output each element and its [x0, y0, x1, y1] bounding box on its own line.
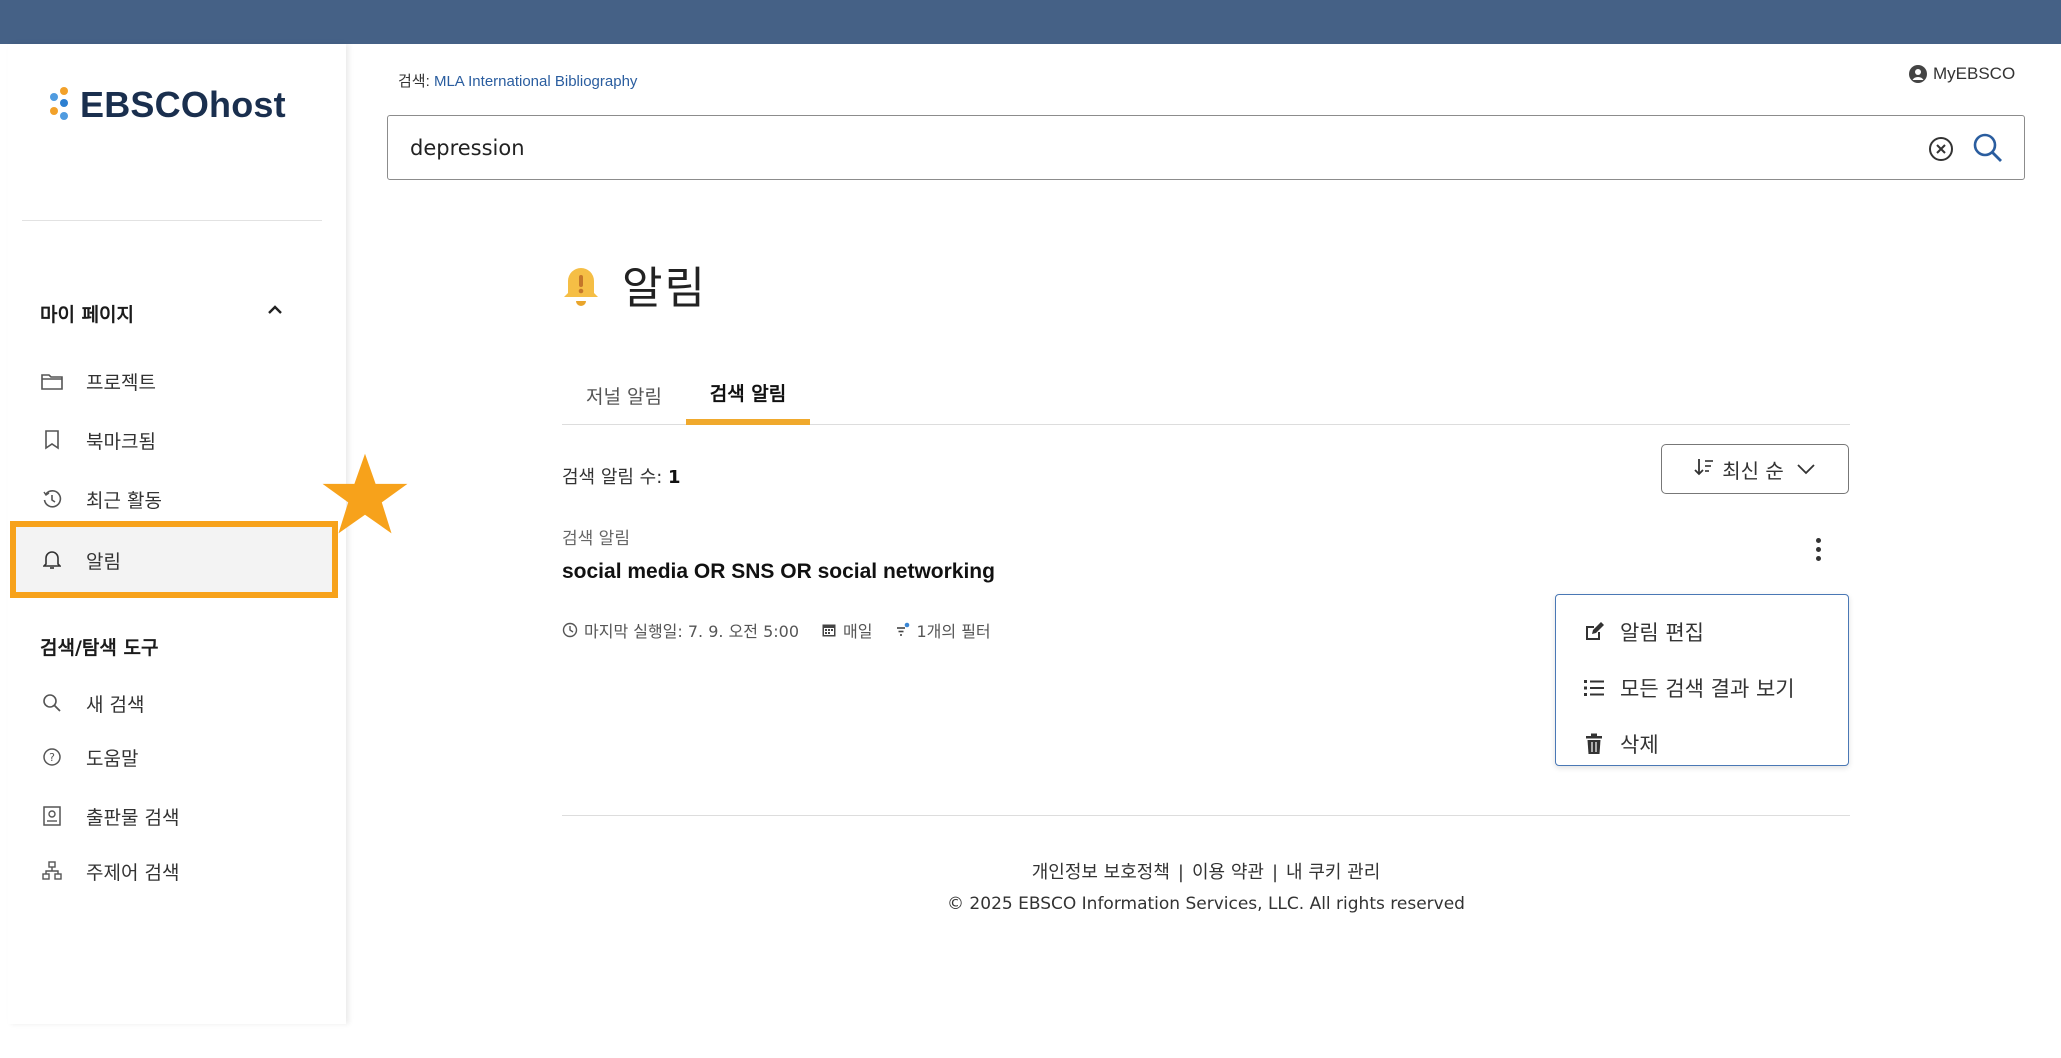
sidebar-divider	[22, 220, 322, 221]
page-title-text: 알림	[622, 263, 707, 314]
sort-order-icon	[1694, 457, 1714, 482]
sidebar-item-alerts[interactable]: 알림	[40, 545, 121, 575]
ebscohost-logo[interactable]: EBSCOhost	[50, 84, 286, 126]
sort-dropdown[interactable]: 최신 순	[1661, 444, 1849, 494]
user-icon	[1909, 65, 1927, 83]
sidebar-item-projects[interactable]: 프로젝트	[40, 366, 156, 396]
menu-item-label: 모든 검색 결과 보기	[1620, 677, 1795, 701]
filters-text: 1개의 필터	[916, 622, 991, 641]
sort-label: 최신 순	[1722, 458, 1784, 483]
sidebar-item-new-search[interactable]: 새 검색	[40, 688, 144, 718]
alert-count: 검색 알림 수: 1	[562, 463, 681, 489]
sidebar-item-label: 새 검색	[86, 693, 145, 716]
filter-icon	[895, 622, 911, 638]
menu-item-label: 삭제	[1620, 733, 1659, 757]
more-options-icon[interactable]	[1806, 534, 1830, 564]
sidebar-item-help[interactable]: ? 도움말	[40, 742, 138, 772]
myebsco-label: MyEBSCO	[1933, 64, 2016, 83]
menu-item-view-all-results[interactable]: 모든 검색 결과 보기	[1582, 671, 1795, 705]
database-link[interactable]: MLA International Bibliography	[434, 73, 637, 90]
footer-separator: |	[1271, 862, 1279, 883]
myebsco-button[interactable]: MyEBSCO	[1909, 64, 2015, 84]
star-annotation-icon	[322, 453, 408, 534]
terms-of-use-link[interactable]: 이용 약관	[1192, 862, 1264, 883]
search-box	[387, 115, 2025, 180]
sidebar-item-label: 도움말	[86, 747, 139, 770]
menu-item-label: 알림 편집	[1620, 621, 1704, 645]
search-scope-label: 검색:	[398, 73, 430, 90]
manage-cookies-link[interactable]: 내 쿠키 관리	[1286, 862, 1380, 883]
copyright-text: © 2025 EBSCO Information Services, LLC. …	[947, 894, 1465, 914]
sidebar-item-bookmarks[interactable]: 북마크됨	[40, 425, 156, 455]
sidebar-item-label: 최근 활동	[86, 489, 162, 512]
last-run-meta: 마지막 실행일: 7. 9. 오전 5:00	[562, 618, 799, 642]
calendar-icon	[821, 622, 837, 638]
edit-icon	[1582, 620, 1606, 644]
ebsco-logo-mark-icon	[50, 87, 78, 123]
sidebar-item-label: 알림	[86, 550, 121, 573]
page-title: 알림	[560, 252, 707, 316]
footer-links: 개인정보 보호정책 | 이용 약관 | 내 쿠키 관리	[562, 858, 1850, 884]
search-icon	[40, 691, 64, 715]
privacy-policy-link[interactable]: 개인정보 보호정책	[1032, 862, 1170, 883]
chevron-down-icon	[1796, 457, 1816, 481]
alert-bell-icon	[564, 268, 598, 306]
alert-actions-menu: 알림 편집 모든 검색 결과 보기 삭제	[1555, 594, 1849, 766]
search-input[interactable]	[388, 135, 1888, 160]
clock-icon	[562, 622, 578, 638]
sidebar-section-my-page: 마이 페이지	[40, 304, 135, 326]
menu-item-delete[interactable]: 삭제	[1582, 727, 1659, 761]
svg-text:?: ?	[49, 751, 55, 764]
sidebar-section-tools: 검색/탐색 도구	[40, 637, 159, 659]
trash-icon	[1582, 732, 1606, 756]
logo-text: EBSCOhost	[80, 84, 286, 125]
alert-count-label: 검색 알림 수:	[562, 467, 663, 488]
folder-icon	[40, 369, 64, 393]
frequency-text: 매일	[843, 622, 873, 641]
subject-tree-icon	[40, 859, 64, 883]
sidebar-item-recent-activity[interactable]: 최근 활동	[40, 484, 162, 514]
footer-divider	[562, 815, 1850, 816]
history-icon	[40, 487, 64, 511]
sidebar-item-label: 프로젝트	[86, 371, 156, 394]
top-bar	[0, 0, 2061, 44]
search-scope: 검색: MLA International Bibliography	[398, 70, 637, 91]
sidebar-item-label: 주제어 검색	[86, 861, 180, 884]
list-icon	[1582, 676, 1606, 700]
alert-query-title[interactable]: social media OR SNS OR social networking	[562, 560, 995, 584]
footer-separator: |	[1177, 862, 1184, 883]
alert-count-value: 1	[668, 467, 681, 488]
search-submit-icon[interactable]	[1972, 132, 2004, 164]
help-icon: ?	[40, 745, 64, 769]
sidebar-item-publications[interactable]: 출판물 검색	[40, 801, 179, 831]
bookmark-icon	[40, 428, 64, 452]
publication-icon	[40, 804, 64, 828]
menu-item-edit-alert[interactable]: 알림 편집	[1582, 615, 1704, 649]
clear-search-icon[interactable]	[1928, 136, 1954, 162]
tab-bar: 저널 알림 검색 알림	[562, 365, 1850, 425]
sidebar-item-label: 출판물 검색	[86, 806, 180, 829]
frequency-meta: 매일	[821, 618, 873, 642]
sidebar-item-label: 북마크됨	[86, 430, 156, 453]
alert-type-label: 검색 알림	[562, 529, 630, 549]
bell-icon	[40, 548, 64, 572]
last-run-text: 마지막 실행일: 7. 9. 오전 5:00	[584, 622, 800, 641]
chevron-up-icon[interactable]	[263, 298, 287, 322]
tab-search-alerts[interactable]: 검색 알림	[686, 365, 810, 425]
tab-journal-alerts[interactable]: 저널 알림	[562, 365, 686, 425]
sidebar-item-subjects[interactable]: 주제어 검색	[40, 856, 179, 886]
alert-meta: 마지막 실행일: 7. 9. 오전 5:00 매일 1개의 필터	[562, 618, 1013, 642]
filters-meta: 1개의 필터	[895, 618, 991, 642]
